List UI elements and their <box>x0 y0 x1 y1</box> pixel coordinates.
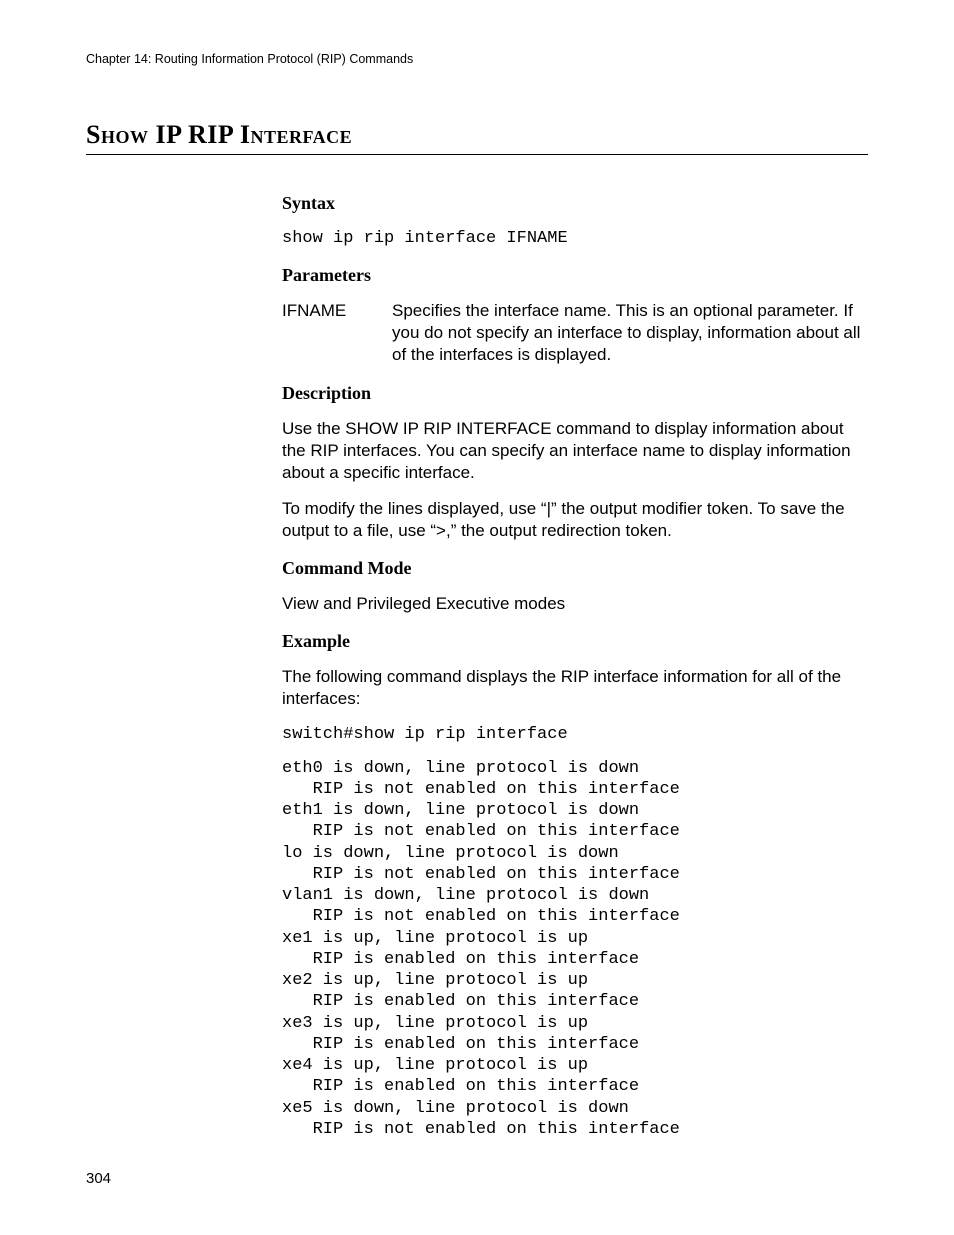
description-para1: Use the SHOW IP RIP INTERFACE command to… <box>282 418 868 484</box>
parameter-name: IFNAME <box>282 300 392 366</box>
example-output: eth0 is down, line protocol is down RIP … <box>282 758 868 1141</box>
page-title: Show IP RIP Interface <box>86 120 868 155</box>
command-mode-text: View and Privileged Executive modes <box>282 593 868 615</box>
description-heading: Description <box>282 383 868 404</box>
command-mode-heading: Command Mode <box>282 558 868 579</box>
syntax-command: show ip rip interface IFNAME <box>282 228 868 249</box>
syntax-heading: Syntax <box>282 193 868 214</box>
page-number: 304 <box>86 1170 111 1187</box>
content-area: Syntax show ip rip interface IFNAME Para… <box>282 193 868 1140</box>
page-container: Chapter 14: Routing Information Protocol… <box>0 0 954 1140</box>
example-intro: The following command displays the RIP i… <box>282 666 868 710</box>
parameter-description: Specifies the interface name. This is an… <box>392 300 868 366</box>
example-heading: Example <box>282 631 868 652</box>
parameter-row: IFNAME Specifies the interface name. Thi… <box>282 300 868 366</box>
running-header: Chapter 14: Routing Information Protocol… <box>86 52 868 66</box>
parameters-heading: Parameters <box>282 265 868 286</box>
description-para2: To modify the lines displayed, use “|” t… <box>282 498 868 542</box>
example-command: switch#show ip rip interface <box>282 724 868 745</box>
